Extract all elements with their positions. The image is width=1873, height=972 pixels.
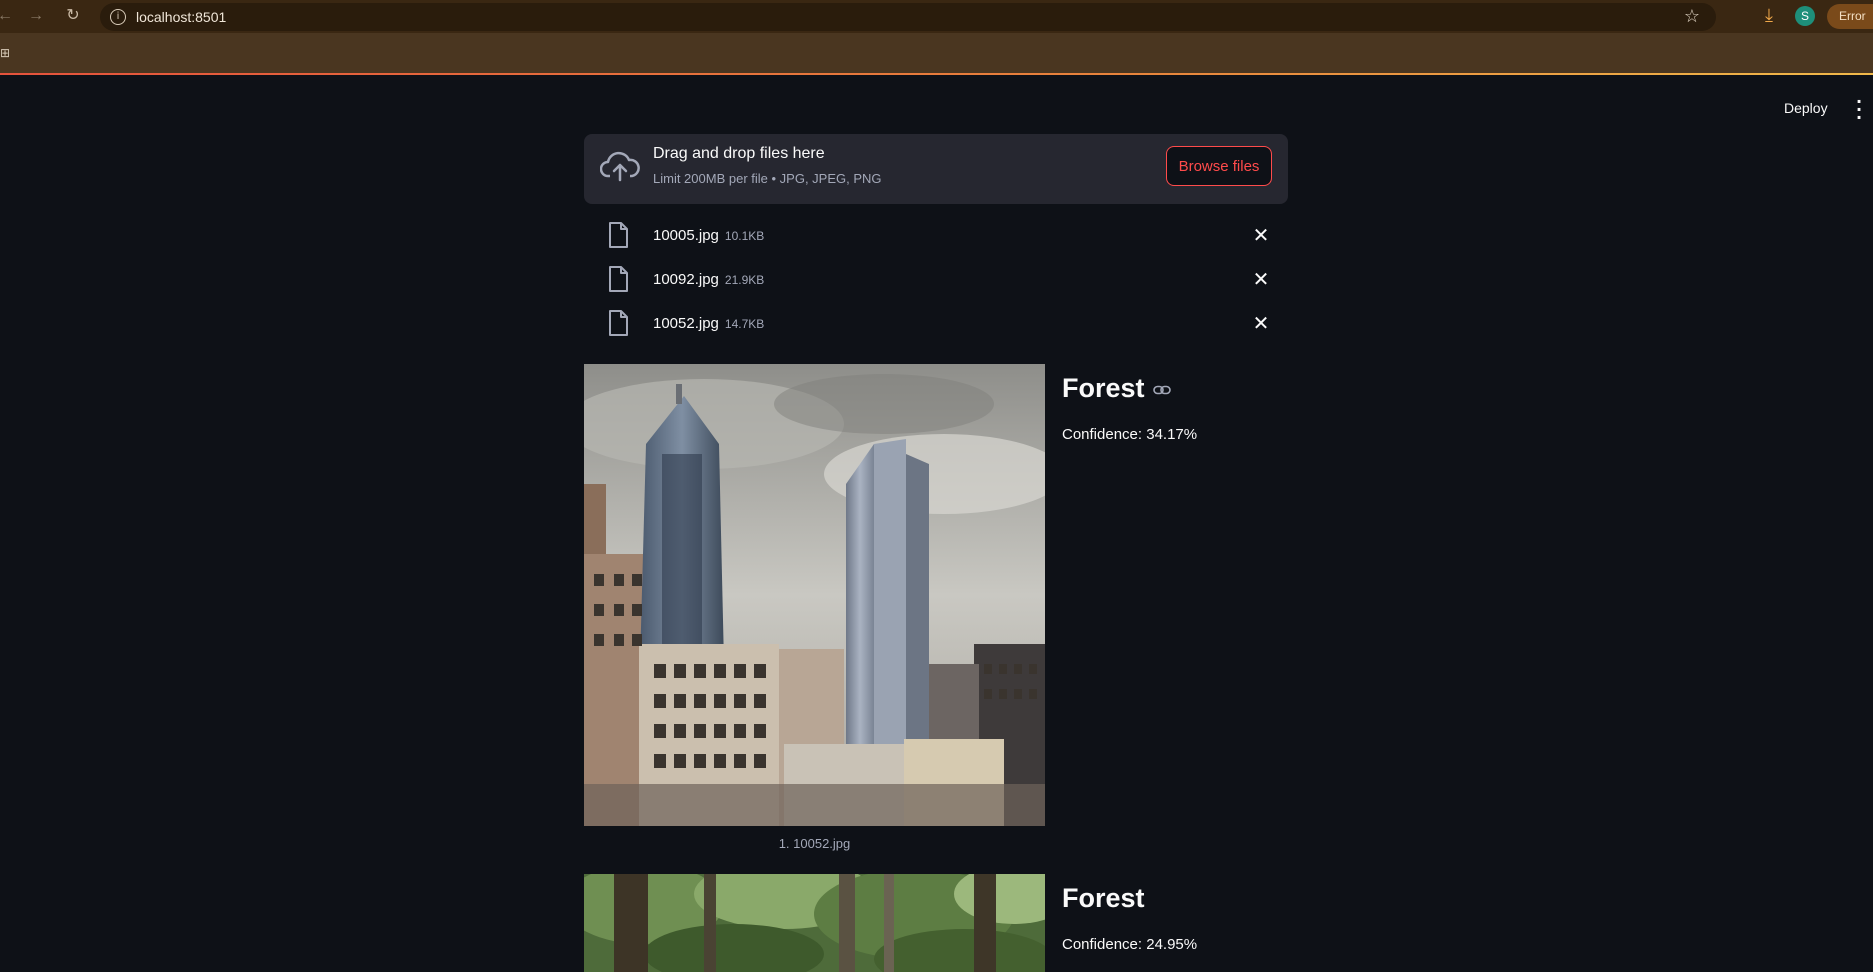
remove-file-close-icon[interactable]: ✕	[1249, 267, 1273, 291]
browser-toolbar: ← → ↻ i localhost:8501 ☆ ⤓ S Error	[0, 0, 1873, 33]
result-image	[584, 874, 1045, 972]
apps-grid-icon[interactable]: ⊞	[0, 46, 10, 60]
remove-file-close-icon[interactable]: ✕	[1249, 311, 1273, 335]
reload-icon[interactable]: ↻	[62, 5, 84, 27]
city-skyline-image	[584, 364, 1045, 826]
bookmark-star-icon[interactable]: ☆	[1684, 6, 1700, 27]
prediction-label: Forest	[1062, 373, 1171, 404]
accent-divider	[0, 73, 1873, 75]
file-icon	[609, 310, 628, 336]
url-text[interactable]: localhost:8501	[136, 9, 226, 25]
bookmarks-bar: ⊞	[0, 33, 1873, 74]
back-icon[interactable]: ←	[0, 5, 16, 27]
file-name: 10092.jpg 21.9KB	[653, 271, 765, 288]
profile-avatar[interactable]: S	[1795, 6, 1815, 26]
file-size: 10.1KB	[724, 229, 765, 243]
file-size: 14.7KB	[724, 317, 765, 331]
error-badge[interactable]: Error	[1827, 4, 1873, 29]
anchor-link-icon[interactable]	[1152, 385, 1171, 395]
uploaded-file-row: 10052.jpg 14.7KB ✕	[584, 302, 1288, 346]
uploaded-file-row: 10092.jpg 21.9KB ✕	[584, 258, 1288, 302]
file-dropzone[interactable]: Drag and drop files here Limit 200MB per…	[584, 134, 1288, 204]
site-info-icon[interactable]: i	[110, 9, 126, 25]
cloud-upload-icon	[600, 151, 640, 182]
file-name: 10052.jpg 14.7KB	[653, 315, 765, 332]
forward-icon[interactable]: →	[25, 5, 47, 27]
uploaded-file-row: 10005.jpg 10.1KB ✕	[584, 214, 1288, 258]
file-name: 10005.jpg 10.1KB	[653, 227, 765, 244]
main-menu-icon[interactable]: · · ·	[1855, 94, 1863, 126]
remove-file-close-icon[interactable]: ✕	[1249, 223, 1273, 247]
prediction-label: Forest	[1062, 883, 1145, 913]
forest-image	[584, 874, 1045, 972]
confidence-text: Confidence: 24.95%	[1062, 936, 1198, 953]
file-icon	[609, 222, 628, 248]
dropzone-title: Drag and drop files here	[653, 145, 825, 162]
result-image	[584, 364, 1045, 826]
dropzone-limit-text: Limit 200MB per file • JPG, JPEG, PNG	[653, 171, 882, 186]
file-size: 21.9KB	[724, 273, 765, 287]
address-bar[interactable]: i localhost:8501 ☆	[100, 3, 1716, 31]
image-caption: 1. 10052.jpg	[778, 836, 851, 851]
download-icon[interactable]: ⤓	[1758, 5, 1780, 27]
confidence-text: Confidence: 34.17%	[1062, 426, 1198, 443]
file-icon	[609, 266, 628, 292]
browse-files-button[interactable]: Browse files	[1166, 146, 1272, 186]
deploy-button[interactable]: Deploy	[1784, 100, 1828, 116]
